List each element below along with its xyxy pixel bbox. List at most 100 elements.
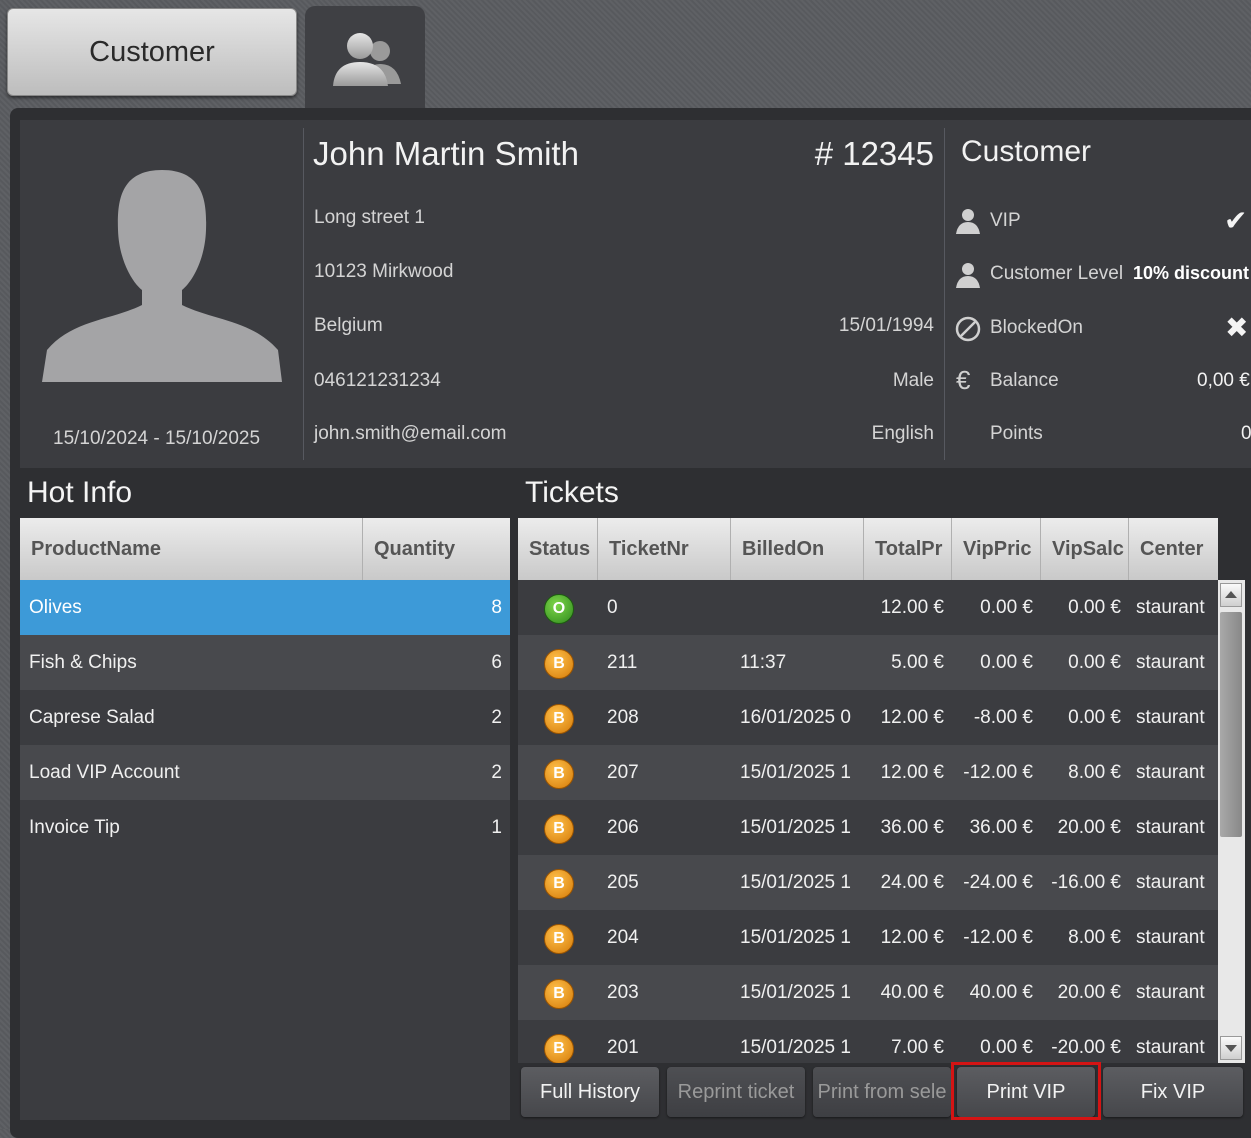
status-badge: B bbox=[544, 924, 574, 954]
product-quantity: 6 bbox=[491, 652, 502, 673]
hot-info-row[interactable]: Olives 8 bbox=[20, 580, 510, 635]
full-history-button[interactable]: Full History bbox=[521, 1067, 659, 1117]
billed-on: 11:37 bbox=[740, 652, 787, 673]
fix-vip-button[interactable]: Fix VIP bbox=[1103, 1067, 1243, 1117]
status-badge: B bbox=[544, 1034, 574, 1063]
ticket-nr: 204 bbox=[607, 927, 639, 948]
billed-on: 15/01/2025 1 bbox=[740, 1037, 851, 1058]
ticket-row[interactable]: B 201 15/01/2025 1 7.00 € 0.00 € -20.00 € stau… bbox=[518, 1020, 1218, 1063]
status-badge: B bbox=[544, 704, 574, 734]
total-price: 5.00 € bbox=[891, 652, 944, 673]
center: staurant bbox=[1136, 1037, 1205, 1058]
blocked-on-label: BlockedOn bbox=[990, 317, 1083, 338]
billed-on: 15/01/2025 1 bbox=[740, 762, 851, 783]
vip-price: -12.00 € bbox=[963, 762, 1033, 783]
total-price: 12.00 € bbox=[880, 707, 944, 728]
vip-price: 36.00 € bbox=[969, 817, 1033, 838]
customer-email: john.smith@email.com bbox=[314, 423, 507, 444]
customer-header: 15/10/2024 - 15/10/2025 John Martin Smit… bbox=[20, 120, 1251, 468]
ticket-row[interactable]: B 203 15/01/2025 1 40.00 € 40.00 € 20.00 € sta… bbox=[518, 965, 1218, 1020]
vip-saldo: -20.00 € bbox=[1051, 1037, 1121, 1058]
vip-check-icon: ✔ bbox=[1224, 205, 1248, 236]
column-header-quantity[interactable]: Quantity bbox=[363, 518, 510, 580]
ticket-row[interactable]: B 207 15/01/2025 1 12.00 € -12.00 € 8.00 € sta… bbox=[518, 745, 1218, 800]
center: staurant bbox=[1136, 982, 1205, 1003]
tickets-title: Tickets bbox=[525, 476, 619, 509]
vip-label: VIP bbox=[990, 210, 1021, 231]
tickets-header: Status TicketNr BilledOn TotalPr VipPric… bbox=[518, 518, 1218, 580]
center: staurant bbox=[1136, 762, 1205, 783]
status-badge: B bbox=[544, 979, 574, 1009]
vip-saldo: 20.00 € bbox=[1057, 817, 1121, 838]
balance-value: 0,00 € bbox=[1197, 370, 1250, 391]
center: staurant bbox=[1136, 597, 1205, 618]
customer-street: Long street 1 bbox=[314, 207, 425, 228]
column-header-billedon[interactable]: BilledOn bbox=[731, 518, 864, 580]
level-person-icon bbox=[956, 263, 980, 288]
blocked-icon bbox=[955, 316, 981, 342]
customer-country: Belgium bbox=[314, 315, 383, 336]
ticket-row[interactable]: B 208 16/01/2025 0 12.00 € -8.00 € 0.00 € stau… bbox=[518, 690, 1218, 745]
total-price: 40.00 € bbox=[880, 982, 944, 1003]
status-badge: B bbox=[544, 649, 574, 679]
status-badge: B bbox=[544, 759, 574, 789]
ticket-row[interactable]: B 205 15/01/2025 1 24.00 € -24.00 € -16.00 € s… bbox=[518, 855, 1218, 910]
column-header-ticketnr[interactable]: TicketNr bbox=[598, 518, 731, 580]
vip-saldo: 0.00 € bbox=[1068, 652, 1121, 673]
center: staurant bbox=[1136, 652, 1205, 673]
ticket-nr: 206 bbox=[607, 817, 639, 838]
hot-info-row[interactable]: Caprese Salad 2 bbox=[20, 690, 510, 745]
vip-price: -12.00 € bbox=[963, 927, 1033, 948]
vip-person-icon bbox=[956, 209, 980, 234]
hot-info-row[interactable]: Invoice Tip 1 bbox=[20, 800, 510, 855]
ticket-row[interactable]: B 211 11:37 5.00 € 0.00 € 0.00 € staurant bbox=[518, 635, 1218, 690]
column-header-status[interactable]: Status bbox=[518, 518, 598, 580]
scroll-up-button[interactable] bbox=[1220, 583, 1242, 607]
scroll-thumb[interactable] bbox=[1220, 612, 1242, 837]
vip-saldo: 0.00 € bbox=[1068, 597, 1121, 618]
customer-language: English bbox=[871, 423, 934, 444]
customer-tab[interactable]: Customer bbox=[7, 8, 297, 96]
product-name: Caprese Salad bbox=[29, 707, 155, 728]
tickets-grid: Status TicketNr BilledOn TotalPr VipPric… bbox=[518, 518, 1218, 1063]
scroll-down-button[interactable] bbox=[1220, 1036, 1242, 1060]
vip-saldo: 8.00 € bbox=[1068, 927, 1121, 948]
print-vip-button[interactable]: Print VIP bbox=[957, 1067, 1095, 1117]
column-header-totalprice[interactable]: TotalPr bbox=[864, 518, 952, 580]
customer-birthdate: 15/01/1994 bbox=[838, 315, 934, 336]
product-name: Olives bbox=[29, 597, 82, 618]
ticket-nr: 0 bbox=[607, 597, 618, 618]
vip-saldo: 0.00 € bbox=[1068, 707, 1121, 728]
print-from-selection-button[interactable]: Print from sele bbox=[813, 1067, 951, 1117]
hot-info-row[interactable]: Fish & Chips 6 bbox=[20, 635, 510, 690]
ticket-nr: 203 bbox=[607, 982, 639, 1003]
reprint-ticket-button[interactable]: Reprint ticket bbox=[667, 1067, 805, 1117]
column-header-vipsaldo[interactable]: VipSalc bbox=[1041, 518, 1129, 580]
total-price: 24.00 € bbox=[880, 872, 944, 893]
product-quantity: 2 bbox=[491, 762, 502, 783]
billed-on bbox=[740, 580, 862, 635]
customer-tab-label: Customer bbox=[89, 35, 215, 68]
customer-number: # 12345 bbox=[814, 135, 934, 172]
balance-label: Balance bbox=[990, 370, 1059, 391]
column-header-productname[interactable]: ProductName bbox=[20, 518, 363, 580]
ticket-row[interactable]: O 0 12.00 € 0.00 € 0.00 € staurant bbox=[518, 580, 1218, 635]
vip-price: 0.00 € bbox=[980, 597, 1033, 618]
vip-price: 0.00 € bbox=[980, 652, 1033, 673]
tickets-scrollbar[interactable] bbox=[1218, 580, 1245, 1063]
euro-icon: € bbox=[956, 365, 971, 395]
column-header-vipprice[interactable]: VipPric bbox=[952, 518, 1041, 580]
center: staurant bbox=[1136, 817, 1205, 838]
hot-info-row[interactable]: Load VIP Account 2 bbox=[20, 745, 510, 800]
customers-tab[interactable] bbox=[305, 6, 425, 116]
customer-name: John Martin Smith bbox=[313, 135, 579, 172]
product-quantity: 8 bbox=[491, 597, 502, 618]
ticket-row[interactable]: B 206 15/01/2025 1 36.00 € 36.00 € 20.00 € sta… bbox=[518, 800, 1218, 855]
hot-info-header: ProductName Quantity bbox=[20, 518, 510, 580]
total-price: 12.00 € bbox=[880, 762, 944, 783]
product-quantity: 1 bbox=[491, 817, 502, 838]
hot-info-grid: ProductName Quantity Olives 8 Fish & Chips… bbox=[20, 518, 510, 1120]
column-header-center[interactable]: Center bbox=[1129, 518, 1218, 580]
ticket-row[interactable]: B 204 15/01/2025 1 12.00 € -12.00 € 8.00 € sta… bbox=[518, 910, 1218, 965]
vip-saldo: -16.00 € bbox=[1051, 872, 1121, 893]
